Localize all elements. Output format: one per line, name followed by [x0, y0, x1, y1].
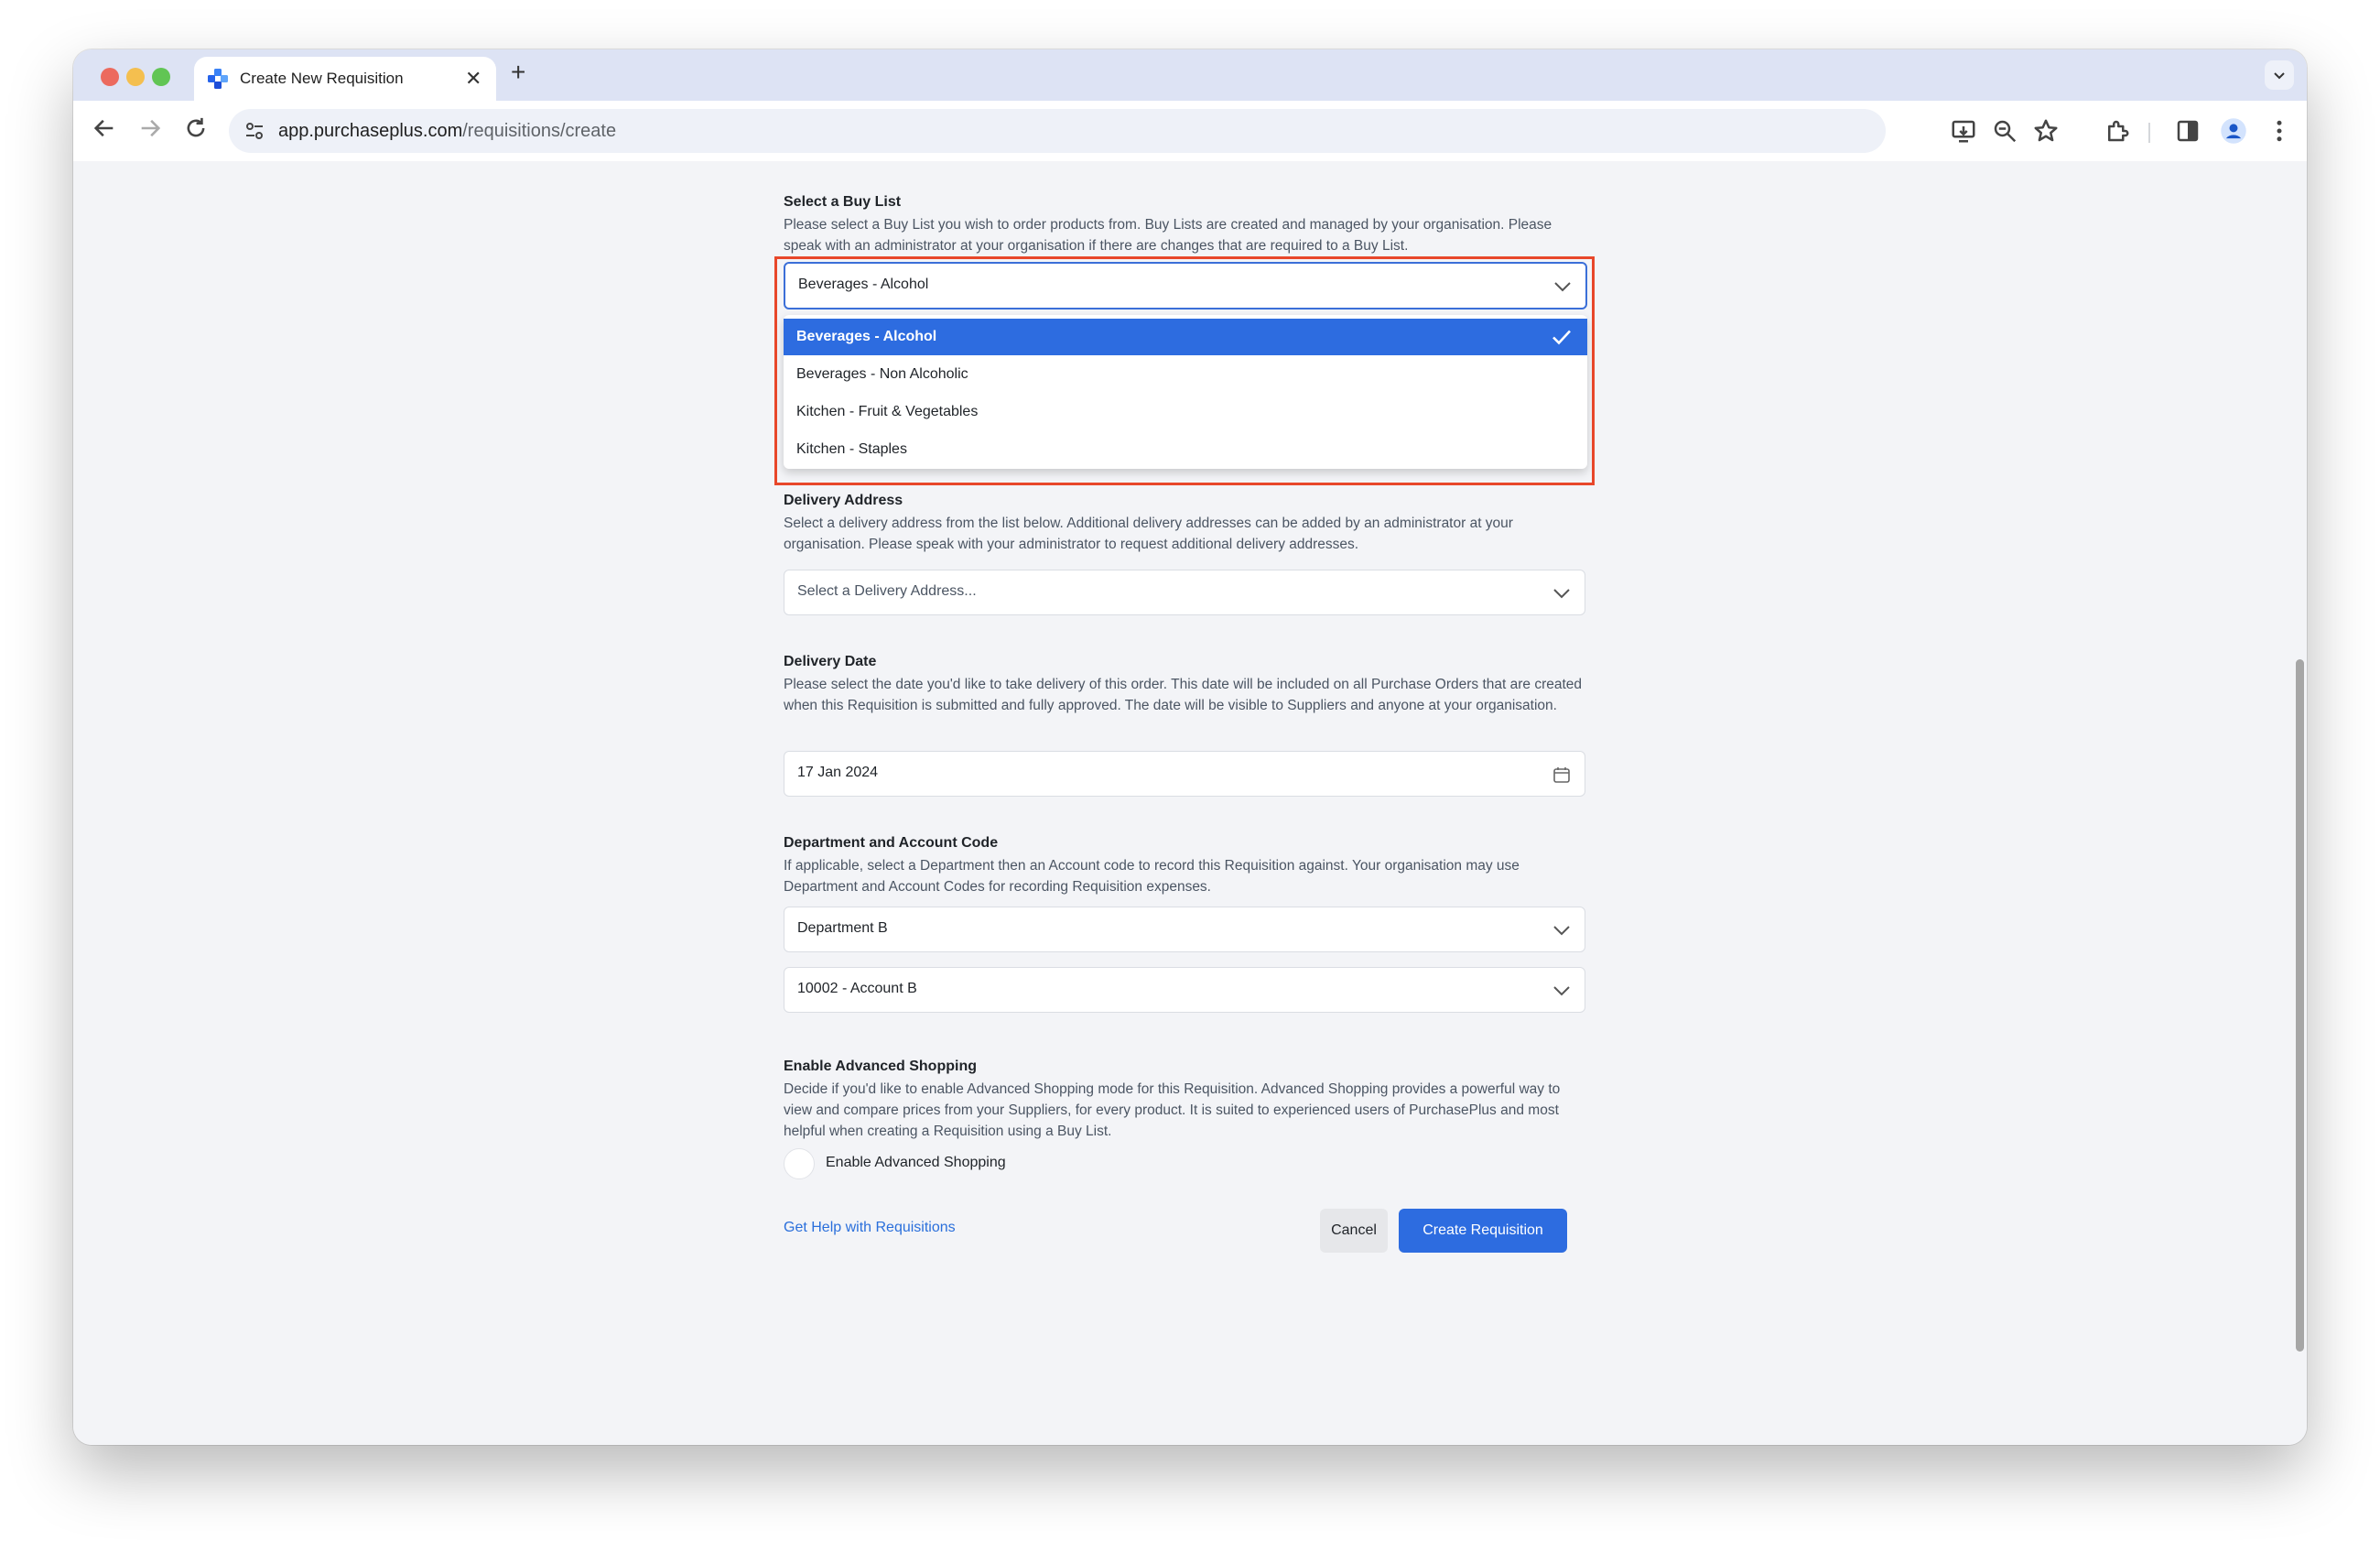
advanced-shopping-title: Enable Advanced Shopping — [784, 1059, 977, 1074]
delivery-address-select[interactable]: Select a Delivery Address... — [784, 570, 1585, 615]
close-window-button[interactable] — [101, 68, 119, 86]
tab-title: Create New Requisition — [240, 70, 404, 87]
new-tab-button[interactable]: + — [511, 58, 525, 87]
buy-list-title: Select a Buy List — [784, 194, 902, 210]
tab-strip: Create New Requisition ✕ + — [73, 49, 2307, 101]
account-code-value: 10002 - Account B — [797, 981, 917, 996]
purchaseplus-logo-icon — [208, 69, 228, 89]
scrollbar-thumb[interactable] — [2296, 659, 2304, 1352]
annotation-highlight-box — [774, 256, 1595, 485]
minimize-window-button[interactable] — [126, 68, 145, 86]
delivery-address-description: Select a delivery address from the list … — [784, 516, 1513, 552]
back-arrow-icon[interactable] — [92, 115, 117, 141]
help-requisitions-link[interactable]: Get Help with Requisitions — [784, 1220, 956, 1236]
zoom-icon[interactable] — [1991, 117, 2018, 145]
account-code-select[interactable]: 10002 - Account B — [784, 967, 1585, 1013]
bookmark-star-icon[interactable] — [2032, 117, 2060, 145]
url-domain: app.purchaseplus.com — [278, 121, 463, 141]
toolbar-separator — [2148, 123, 2150, 143]
forward-arrow-icon[interactable] — [137, 115, 163, 141]
delivery-date-description: Please select the date you'd like to tak… — [784, 677, 1583, 713]
url-text: app.purchaseplus.com/requisitions/create — [278, 121, 616, 142]
delivery-date-title: Delivery Date — [784, 654, 877, 669]
delivery-date-value: 17 Jan 2024 — [797, 765, 879, 780]
department-select[interactable]: Department B — [784, 907, 1585, 952]
profile-avatar-icon[interactable] — [2220, 117, 2247, 145]
reload-icon[interactable] — [183, 115, 209, 141]
chevron-down-icon — [1553, 589, 1570, 599]
cancel-button[interactable]: Cancel — [1320, 1209, 1388, 1253]
site-settings-icon[interactable] — [243, 120, 265, 142]
tab-close-icon[interactable]: ✕ — [465, 67, 481, 91]
url-path: /requisitions/create — [462, 121, 617, 141]
address-bar[interactable]: app.purchaseplus.com/requisitions/create — [229, 109, 1886, 153]
install-app-icon[interactable] — [1950, 117, 1977, 145]
browser-window: Create New Requisition ✕ + app.purchasep… — [73, 49, 2307, 1445]
delivery-date-input[interactable]: 17 Jan 2024 — [784, 751, 1585, 797]
delivery-address-placeholder: Select a Delivery Address... — [797, 583, 977, 599]
tab-search-chevron-icon[interactable] — [2265, 60, 2294, 90]
browser-tab-active[interactable]: Create New Requisition ✕ — [194, 57, 496, 101]
buy-list-description: Please select a Buy List you wish to ord… — [784, 217, 1552, 254]
side-panel-icon[interactable] — [2174, 117, 2202, 145]
page-content: Select a Buy List Please select a Buy Li… — [73, 161, 2307, 1445]
advanced-shopping-toggle-label: Enable Advanced Shopping — [826, 1155, 1006, 1170]
advanced-shopping-description: Decide if you'd like to enable Advanced … — [784, 1081, 1561, 1139]
chevron-down-icon — [1553, 986, 1570, 996]
browser-menu-icon[interactable] — [2266, 117, 2293, 145]
department-value: Department B — [797, 920, 888, 936]
department-account-title: Department and Account Code — [784, 835, 999, 851]
page-scrollbar[interactable] — [2292, 161, 2307, 1445]
advanced-shopping-toggle[interactable] — [784, 1148, 815, 1179]
extensions-puzzle-icon[interactable] — [2104, 117, 2131, 145]
department-account-description: If applicable, select a Department then … — [784, 858, 1520, 895]
delivery-address-title: Delivery Address — [784, 493, 903, 508]
calendar-icon[interactable] — [1552, 765, 1572, 785]
browser-toolbar: app.purchaseplus.com/requisitions/create — [73, 101, 2307, 162]
maximize-window-button[interactable] — [152, 68, 170, 86]
create-requisition-button[interactable]: Create Requisition — [1399, 1209, 1567, 1253]
chevron-down-icon — [1553, 926, 1570, 936]
